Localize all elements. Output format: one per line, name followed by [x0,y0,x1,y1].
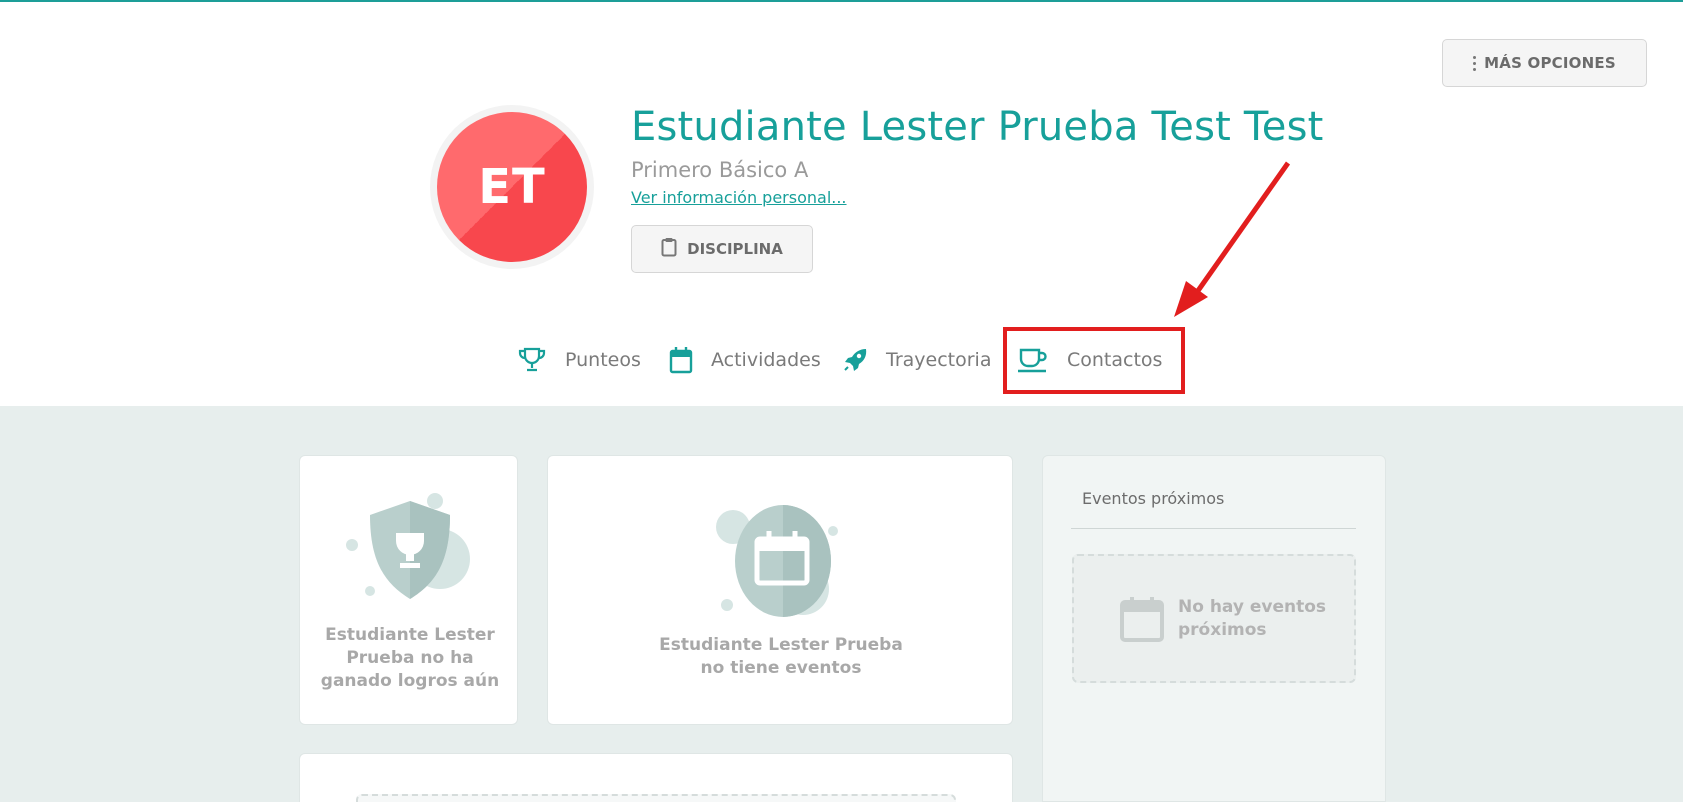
tab-label: Actividades [711,349,821,371]
discipline-label: DISCIPLINA [687,240,783,258]
discipline-button[interactable]: DISCIPLINA [631,225,813,273]
events-empty-text: Estudiante Lester Prueba no tiene evento… [659,635,903,678]
empty-placeholder-box [356,794,956,802]
vertical-dots-icon [1473,55,1477,71]
student-grade: Primero Básico A [631,158,809,182]
events-card: Estudiante Lester Prueba no tiene evento… [547,455,1013,725]
avatar-initials: ET [478,159,546,215]
empty-events-label: No hay eventos próximos [1178,597,1327,640]
tab-trayectoria[interactable]: Trayectoria [842,328,991,392]
tab-label: Trayectoria [886,349,992,371]
calendar-icon [1120,597,1164,642]
more-options-label: MÁS OPCIONES [1484,54,1616,72]
rocket-icon [842,347,868,373]
trophy-shield-icon [346,493,470,599]
page-title: Estudiante Lester Prueba Test Test [631,104,1324,150]
tab-punteos[interactable]: Punteos [517,328,641,392]
upcoming-events-title: Eventos próximos [1082,489,1225,508]
personal-info-link[interactable]: Ver información personal... [631,188,847,207]
trophy-icon [517,346,547,374]
avatar: ET [437,112,587,262]
tab-label: Punteos [565,349,641,371]
achievements-card: Estudiante Lester Prueba no ha ganado lo… [299,455,518,725]
tab-actividades[interactable]: Actividades [669,328,821,392]
more-options-button[interactable]: MÁS OPCIONES [1442,39,1647,87]
avatar-ring: ET [430,105,594,269]
tab-contactos[interactable]: Contactos [1017,328,1162,392]
calendar-blob-icon [716,505,838,617]
clipboard-icon [661,237,677,261]
coffee-cup-icon [1017,347,1049,373]
achievements-empty-text: Estudiante Lester Prueba no ha ganado lo… [320,625,500,691]
empty-events-text: No hay eventos próximos [1178,596,1328,642]
profile-tabs: Punteos Actividades Trayectoria Contacto… [0,328,1683,392]
calendar-icon [669,346,693,374]
tab-label: Contactos [1067,349,1163,371]
divider [1071,528,1356,529]
